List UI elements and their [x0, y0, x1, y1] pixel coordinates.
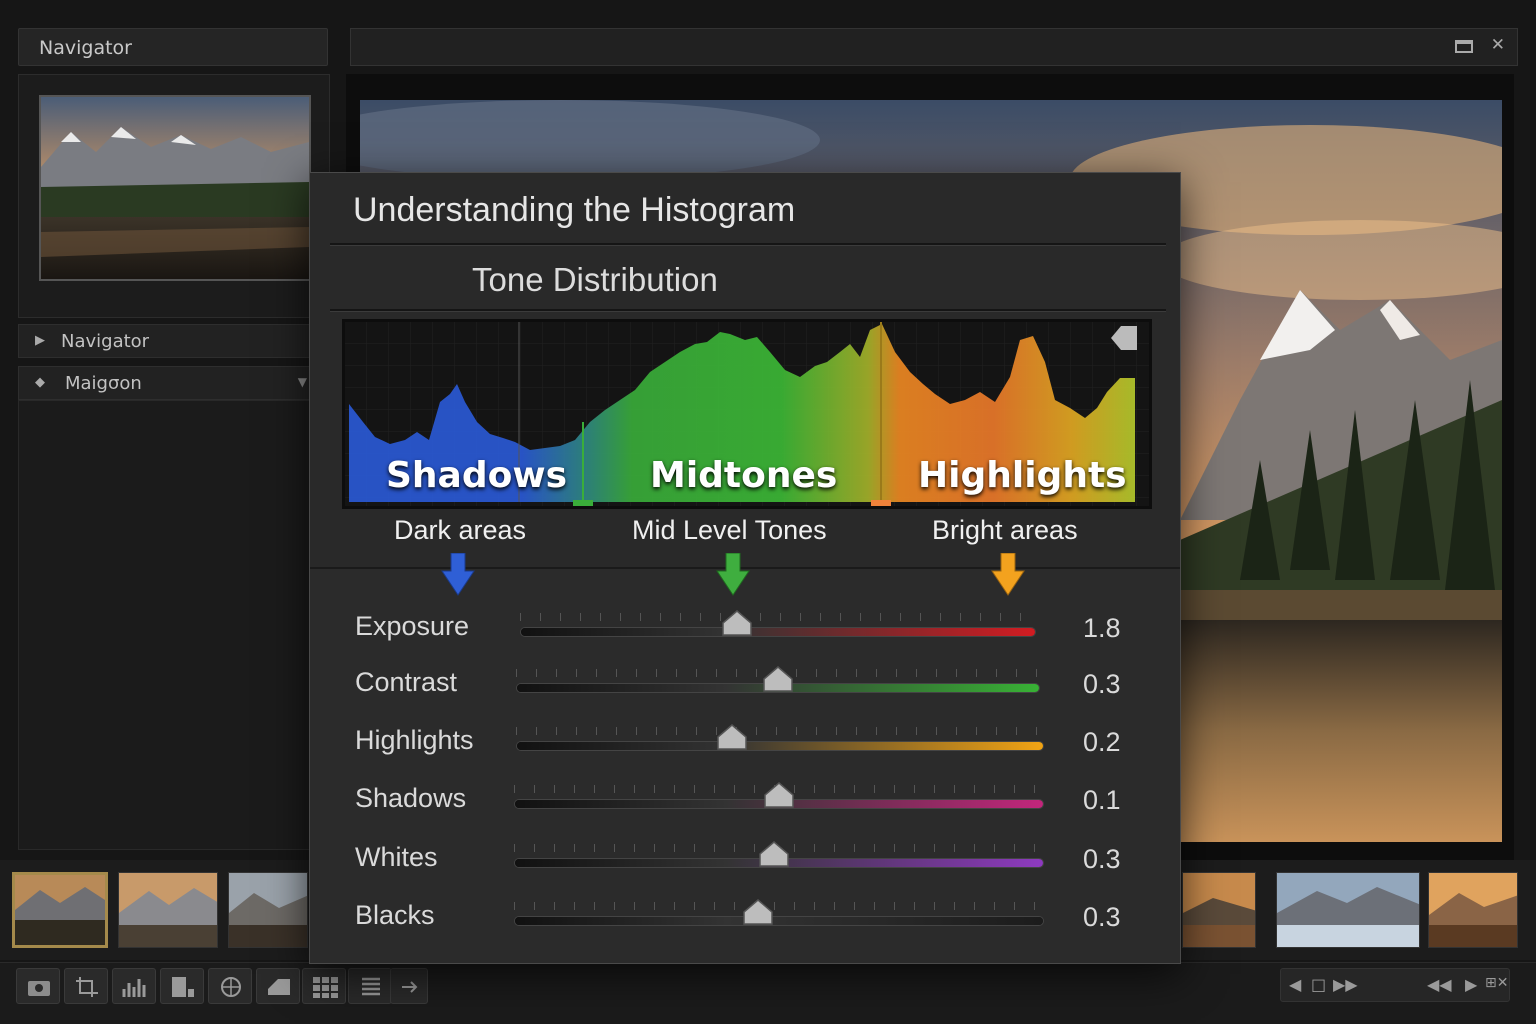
- slider-value: 1.8: [1083, 613, 1121, 643]
- slider-thumb[interactable]: [758, 840, 790, 868]
- zone-label-highlights: Highlights: [918, 455, 1127, 496]
- globe-icon[interactable]: [208, 968, 252, 1004]
- filmstrip-thumb[interactable]: [12, 872, 108, 948]
- slider-row-exposure: Exposure 1.8: [310, 603, 1180, 653]
- histogram-overlay-panel: Understanding the Histogram Tone Distrib…: [309, 172, 1181, 964]
- slider-label: Highlights: [355, 725, 474, 755]
- collapse-row-navigator[interactable]: ▶ Navigator: [18, 324, 330, 358]
- slider-value: 0.1: [1083, 785, 1121, 815]
- slider-value: 0.3: [1083, 844, 1121, 874]
- prev-icon[interactable]: ◀: [1289, 975, 1301, 994]
- left-panel: Navigator ▶ Navigator ◆ Maigσon ▼: [18, 28, 330, 850]
- slider-row-contrast: Contrast 0.3: [310, 659, 1180, 709]
- slider-row-highlights: Highlights 0.2: [310, 717, 1180, 767]
- arrow-down-icon: [716, 553, 750, 596]
- left-panel-content: [18, 400, 330, 850]
- collapse-row-label: Navigator: [61, 331, 150, 352]
- slider-row-blacks: Blacks 0.3: [310, 892, 1180, 942]
- navigator-preview-box: [18, 74, 330, 318]
- expand-triangle-icon: ▶: [35, 333, 45, 348]
- play-icon[interactable]: ▶: [1465, 975, 1477, 994]
- filmstrip-thumb[interactable]: [118, 872, 218, 948]
- slider-label: Contrast: [355, 667, 458, 697]
- navigator-header[interactable]: Navigator: [18, 28, 328, 66]
- slider-track[interactable]: [520, 627, 1036, 637]
- filmstrip-thumb[interactable]: [1276, 872, 1420, 948]
- filmstrip-thumb[interactable]: [228, 872, 308, 948]
- crop-icon[interactable]: [64, 968, 108, 1004]
- slider-label: Whites: [355, 842, 438, 872]
- overlay-title: Understanding the Histogram: [353, 191, 796, 229]
- rewind-icon[interactable]: ◀◀: [1427, 975, 1452, 994]
- slider-value: 0.3: [1083, 669, 1121, 699]
- slider-value: 0.2: [1083, 727, 1121, 757]
- zone-desc-midtones: Mid Level Tones: [632, 515, 827, 545]
- slider-label: Shadows: [355, 783, 467, 813]
- slider-ticks: [514, 902, 1044, 910]
- slider-ticks: [520, 613, 1036, 621]
- zone-desc-highlights: Bright areas: [932, 515, 1078, 545]
- arrow-down-icon: [991, 553, 1025, 596]
- window-icon[interactable]: [1455, 40, 1473, 53]
- arrow-right-icon[interactable]: [390, 968, 428, 1004]
- slider-value: 0.3: [1083, 902, 1121, 932]
- grid-icon[interactable]: [302, 968, 346, 1004]
- layout-icon[interactable]: [160, 968, 204, 1004]
- histogram-icon[interactable]: [112, 968, 156, 1004]
- divider: [330, 309, 1166, 312]
- zone-desc-shadows: Dark areas: [394, 515, 527, 545]
- slider-thumb[interactable]: [762, 665, 794, 693]
- zone-label-shadows: Shadows: [386, 455, 568, 496]
- slider-track[interactable]: [516, 741, 1044, 751]
- stop-icon[interactable]: □: [1311, 975, 1326, 994]
- slider-track[interactable]: [514, 916, 1044, 926]
- filmstrip-thumb[interactable]: [1182, 872, 1256, 948]
- slider-label: Blacks: [355, 900, 435, 930]
- slider-label: Exposure: [355, 611, 470, 641]
- forward-icon[interactable]: ▶▶: [1333, 975, 1358, 994]
- grid-close-icon[interactable]: ⊞✕: [1485, 975, 1508, 991]
- collapse-row-label: Maigσon: [65, 373, 142, 394]
- list-icon[interactable]: [348, 968, 392, 1004]
- close-icon[interactable]: ✕: [1491, 35, 1505, 55]
- playback-controls: ◀ □ ▶▶ ◀◀ ▶ ⊞✕: [1280, 968, 1510, 1002]
- slider-ticks: [516, 727, 1044, 735]
- compare-icon[interactable]: [256, 968, 300, 1004]
- slider-row-shadows: Shadows 0.1: [310, 775, 1180, 825]
- slider-row-whites: Whites 0.3: [310, 834, 1180, 884]
- slider-track-fill: [515, 917, 1043, 925]
- camera-icon[interactable]: [16, 968, 60, 1004]
- zone-label-midtones: Midtones: [650, 455, 838, 496]
- navigator-preview-image[interactable]: [39, 95, 311, 281]
- slider-track-fill: [521, 628, 1035, 636]
- diamond-icon: ◆: [35, 375, 45, 390]
- overlay-subtitle: Tone Distribution: [472, 261, 718, 298]
- collapse-row-maigon[interactable]: ◆ Maigσon ▼: [18, 366, 330, 400]
- viewer-titlebar: ✕: [350, 28, 1518, 66]
- navigator-header-title: Navigator: [39, 37, 132, 59]
- arrow-down-icon: [441, 553, 475, 596]
- chevron-down-icon[interactable]: ▼: [298, 375, 307, 389]
- slider-thumb[interactable]: [742, 898, 774, 926]
- slider-thumb[interactable]: [716, 723, 748, 751]
- slider-thumb[interactable]: [763, 781, 795, 809]
- divider: [330, 243, 1166, 246]
- slider-thumb[interactable]: [721, 609, 753, 637]
- filmstrip-thumb[interactable]: [1428, 872, 1518, 948]
- slider-track-fill: [517, 742, 1043, 750]
